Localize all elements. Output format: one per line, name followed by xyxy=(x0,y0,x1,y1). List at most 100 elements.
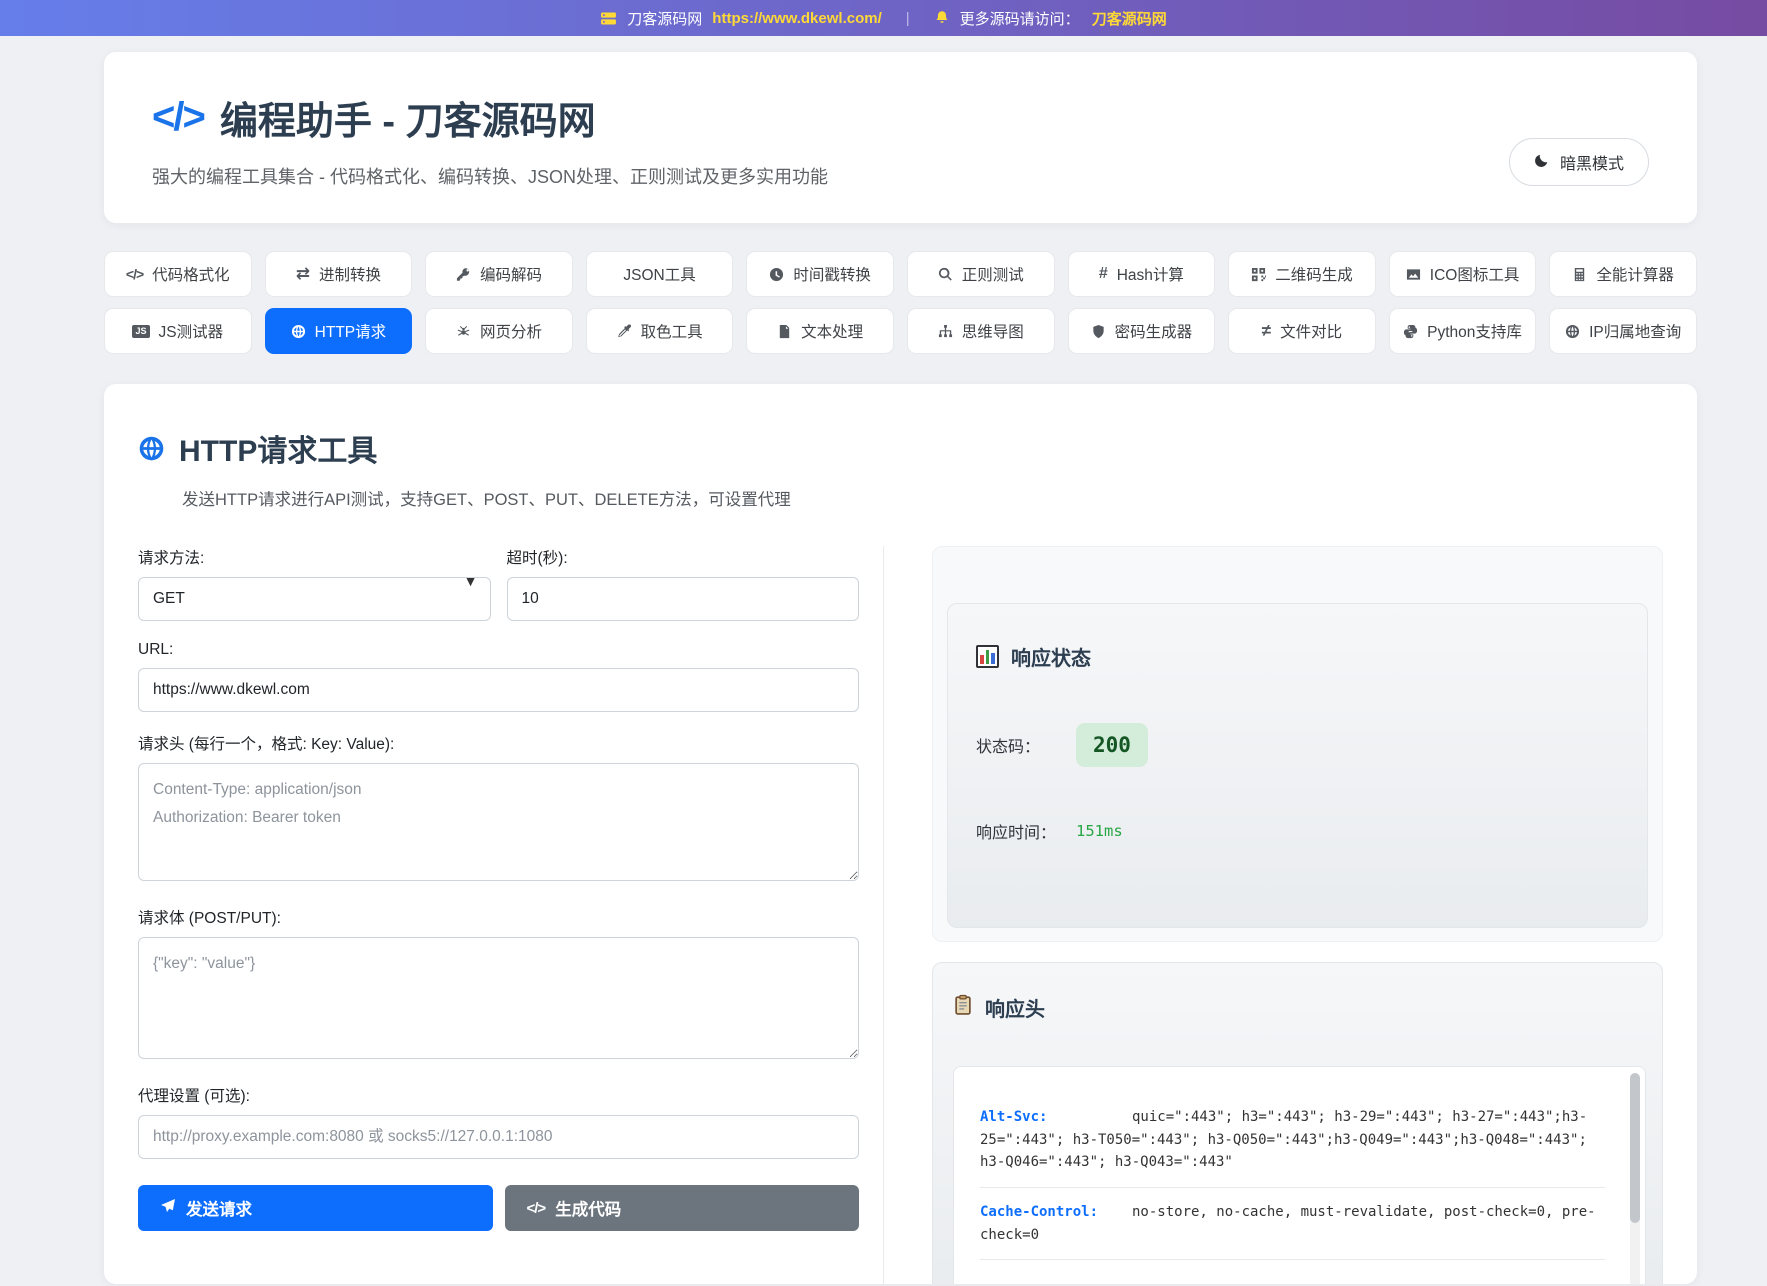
js-icon: JS xyxy=(132,325,149,338)
timeout-input[interactable] xyxy=(507,577,860,621)
header-card: </> 编程助手 - 刀客源码网 强大的编程工具集合 - 代码格式化、编码转换、… xyxy=(104,52,1697,223)
tab-json-tools[interactable]: JSON工具 xyxy=(586,251,734,297)
globe-icon xyxy=(138,435,165,462)
topbar: 刀客源码网 https://www.dkewl.com/ | 更多源码请访问： … xyxy=(0,0,1767,36)
exchange-icon: ⇄ xyxy=(296,264,310,284)
tool-description: 发送HTTP请求进行API测试，支持GET、POST、PUT、DELETE方法，… xyxy=(182,486,1663,510)
topbar-divider: | xyxy=(906,10,910,27)
tab-hash-calc[interactable]: # Hash计算 xyxy=(1068,251,1216,297)
send-request-button[interactable]: 发送请求 xyxy=(138,1185,493,1231)
status-code-badge: 200 xyxy=(1076,723,1148,767)
tab-http-request[interactable]: HTTP请求 xyxy=(265,308,413,354)
sitemap-icon xyxy=(938,324,953,339)
tab-file-diff[interactable]: ≠文件对比 xyxy=(1228,308,1376,354)
tab-label: 取色工具 xyxy=(641,320,703,342)
tab-regex-test[interactable]: 正则测试 xyxy=(907,251,1055,297)
scrollbar-thumb xyxy=(1630,1073,1640,1223)
notequal-icon: ≠ xyxy=(1262,321,1271,341)
tab-label: IP归属地查询 xyxy=(1589,320,1681,342)
paper-plane-icon xyxy=(160,1198,176,1219)
calculator-icon xyxy=(1572,267,1587,282)
response-status-panel: 响应状态 状态码： 200 响应时间： 151ms xyxy=(932,546,1663,942)
tool-tabs-row1: </> 代码格式化 ⇄ 进制转换 编码解码 JSON工具 时间戳转换 正则测试 # Hash计算 二… xyxy=(104,251,1697,297)
tool-tabs-row2: JSJS测试器 HTTP请求 网页分析 取色工具 文本处理 思维导图 密码生成器 ≠文件对比 P… xyxy=(104,308,1697,354)
tab-color-picker[interactable]: 取色工具 xyxy=(586,308,734,354)
tab-calculator[interactable]: 全能计算器 xyxy=(1549,251,1697,297)
moon-icon xyxy=(1534,152,1550,173)
tab-ip-lookup[interactable]: IP归属地查询 xyxy=(1549,308,1697,354)
response-time-label: 响应时间： xyxy=(976,819,1076,843)
tab-label: 代码格式化 xyxy=(152,263,230,285)
more-link[interactable]: 刀客源码网 xyxy=(1092,8,1167,29)
response-header-row: Cache-Control:no-store, no-cache, must-r… xyxy=(980,1188,1605,1260)
page-title: 编程助手 - 刀客源码网 xyxy=(220,90,596,145)
tab-mindmap[interactable]: 思维导图 xyxy=(907,308,1055,354)
request-form: 请求方法: GET ▼ 超时(秒): URL: 请求头 (每行一个，格式: Ke… xyxy=(138,546,883,1284)
tab-label: 进制转换 xyxy=(319,263,381,285)
code-logo-icon: </> xyxy=(152,95,204,140)
dark-mode-label: 暗黑模式 xyxy=(1560,150,1624,174)
spider-icon xyxy=(456,324,471,339)
server-icon xyxy=(600,10,617,27)
tab-python-lib[interactable]: Python支持库 xyxy=(1389,308,1537,354)
tab-password-gen[interactable]: 密码生成器 xyxy=(1068,308,1216,354)
tab-label: 正则测试 xyxy=(962,263,1024,285)
tab-label: Hash计算 xyxy=(1117,263,1184,285)
method-value: GET xyxy=(153,590,185,608)
tab-label: 文本处理 xyxy=(801,320,863,342)
dark-mode-button[interactable]: 暗黑模式 xyxy=(1509,138,1649,186)
method-label: 请求方法: xyxy=(138,546,491,568)
image-icon xyxy=(1406,267,1421,282)
bar-chart-icon xyxy=(976,645,999,668)
python-icon xyxy=(1403,324,1418,339)
tab-code-format[interactable]: </> 代码格式化 xyxy=(104,251,252,297)
tab-base-convert[interactable]: ⇄ 进制转换 xyxy=(265,251,413,297)
page-subtitle: 强大的编程工具集合 - 代码格式化、编码转换、JSON处理、正则测试及更多实用功… xyxy=(152,163,1649,189)
tab-label: 时间戳转换 xyxy=(793,263,871,285)
tab-label: HTTP请求 xyxy=(315,320,386,342)
tab-encode-decode[interactable]: 编码解码 xyxy=(425,251,573,297)
url-label: URL: xyxy=(138,641,859,659)
search-icon xyxy=(938,267,953,282)
request-body-textarea[interactable] xyxy=(138,937,859,1059)
tab-qrcode-gen[interactable]: 二维码生成 xyxy=(1228,251,1376,297)
timeout-label: 超时(秒): xyxy=(507,546,860,568)
tab-label: JSON工具 xyxy=(623,263,695,285)
response-header-row: Alt-Svc:quic=":443"; h3=":443"; h3-29=":… xyxy=(980,1093,1605,1188)
tab-timestamp[interactable]: 时间戳转换 xyxy=(746,251,894,297)
globe-alt-icon xyxy=(1565,324,1580,339)
proxy-input[interactable] xyxy=(138,1115,859,1159)
tab-label: Python支持库 xyxy=(1427,320,1522,342)
response-area: 响应状态 状态码： 200 响应时间： 151ms xyxy=(883,546,1663,1284)
status-code-label: 状态码： xyxy=(976,733,1076,757)
response-time-value: 151ms xyxy=(1076,822,1123,840)
method-select[interactable]: GET ▼ xyxy=(138,577,491,621)
tab-text-process[interactable]: 文本处理 xyxy=(746,308,894,354)
hash-icon: # xyxy=(1099,265,1108,283)
tool-title: HTTP请求工具 xyxy=(179,426,377,470)
send-request-label: 发送请求 xyxy=(186,1196,252,1220)
bell-icon xyxy=(934,10,950,26)
tab-label: 密码生成器 xyxy=(1115,320,1193,342)
http-tool-card: HTTP请求工具 发送HTTP请求进行API测试，支持GET、POST、PUT、… xyxy=(104,384,1697,1284)
shield-icon xyxy=(1091,324,1106,339)
generate-code-button[interactable]: </> 生成代码 xyxy=(505,1185,860,1231)
tab-label: 编码解码 xyxy=(480,263,542,285)
response-headers-panel: 响应头 Alt-Svc:quic=":443"; h3=":443"; h3-2… xyxy=(932,962,1663,1284)
request-headers-textarea[interactable] xyxy=(138,763,859,881)
site-name: 刀客源码网 xyxy=(627,8,702,29)
tab-ico-tool[interactable]: ICO图标工具 xyxy=(1389,251,1537,297)
tab-web-analyze[interactable]: 网页分析 xyxy=(425,308,573,354)
url-input[interactable] xyxy=(138,668,859,712)
tab-js-tester[interactable]: JSJS测试器 xyxy=(104,308,252,354)
response-headers-box[interactable]: Alt-Svc:quic=":443"; h3=":443"; h3-29=":… xyxy=(953,1066,1646,1284)
code-icon: </> xyxy=(527,1200,546,1217)
more-text: 更多源码请访问： xyxy=(960,8,1080,29)
scrollbar[interactable] xyxy=(1630,1073,1640,1284)
code-icon: </> xyxy=(126,266,143,282)
response-status-title: 响应状态 xyxy=(1011,642,1091,671)
site-url-link[interactable]: https://www.dkewl.com/ xyxy=(712,10,881,27)
generate-code-label: 生成代码 xyxy=(555,1196,621,1220)
tab-label: 思维导图 xyxy=(962,320,1024,342)
qrcode-icon xyxy=(1251,267,1266,282)
